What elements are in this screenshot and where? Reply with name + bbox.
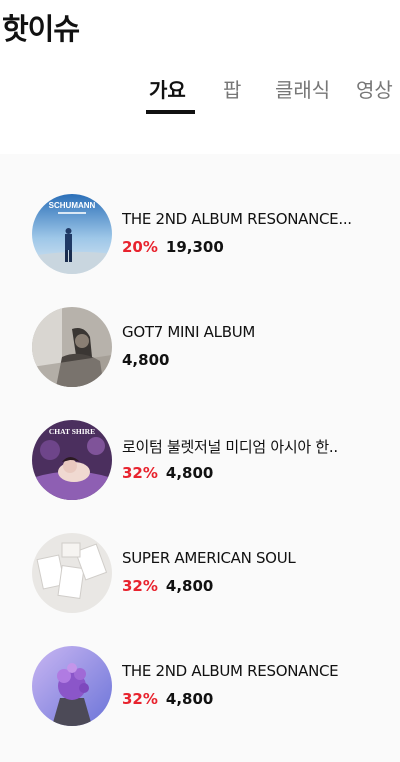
album-cover[interactable]: SCHUMANN — [32, 194, 112, 274]
cover-text: CHAT SHIRE — [49, 427, 95, 436]
genre-tabs: 가요 팝 클래식 영상 — [0, 74, 400, 118]
album-title[interactable]: SUPER AMERICAN SOUL — [122, 549, 384, 567]
album-title[interactable]: THE 2ND ALBUM RESONANCE... — [122, 210, 384, 228]
page-title: 핫이슈 — [2, 12, 80, 46]
price-row: 4,800 — [122, 351, 169, 369]
album-title[interactable]: THE 2ND ALBUM RESONANCE — [122, 662, 384, 680]
price-row: 32% 4,800 — [122, 577, 213, 595]
header: 핫이슈 가요 팝 클래식 영상 — [0, 0, 400, 150]
discount-badge: 32% — [122, 464, 158, 482]
price: 4,800 — [165, 690, 214, 708]
list-item[interactable]: THE 2ND ALBUM RESONANCE 32% 4,800 — [32, 646, 392, 726]
price-row: 32% 4,800 — [122, 464, 213, 482]
list-item[interactable]: SCHUMANN THE 2ND ALBUM RESONANCE... 20% 1… — [32, 194, 392, 274]
price: 4,800 — [165, 577, 214, 595]
tab-classical[interactable]: 클래식 — [275, 74, 330, 103]
tab-video[interactable]: 영상 — [356, 74, 393, 103]
active-tab-indicator — [146, 110, 195, 114]
album-cover[interactable] — [32, 533, 112, 613]
album-cover[interactable] — [32, 646, 112, 726]
list-item[interactable]: GOT7 MINI ALBUM 4,800 — [32, 307, 392, 387]
price-row: 32% 4,800 — [122, 690, 213, 708]
price: 19,300 — [165, 238, 224, 256]
album-title[interactable]: GOT7 MINI ALBUM — [122, 323, 384, 341]
list-item[interactable]: SUPER AMERICAN SOUL 32% 4,800 — [32, 533, 392, 613]
discount-badge: 32% — [122, 577, 158, 595]
list-item[interactable]: CHAT SHIRE 로이텀 불렛저널 미디엄 아시아 한.. 32% 4,800 — [32, 420, 392, 500]
album-cover[interactable] — [32, 307, 112, 387]
album-title[interactable]: 로이텀 불렛저널 미디엄 아시아 한.. — [122, 436, 384, 457]
price-row: 20% 19,300 — [122, 238, 224, 256]
discount-badge: 32% — [122, 690, 158, 708]
discount-badge: 20% — [122, 238, 158, 256]
tab-kpop[interactable]: 가요 — [149, 74, 186, 103]
price: 4,800 — [122, 351, 170, 369]
cover-text: SCHUMANN — [49, 201, 96, 210]
album-list: SCHUMANN THE 2ND ALBUM RESONANCE... 20% 1… — [0, 154, 400, 762]
price: 4,800 — [165, 464, 214, 482]
album-cover[interactable]: CHAT SHIRE — [32, 420, 112, 500]
tab-pop[interactable]: 팝 — [223, 74, 241, 103]
